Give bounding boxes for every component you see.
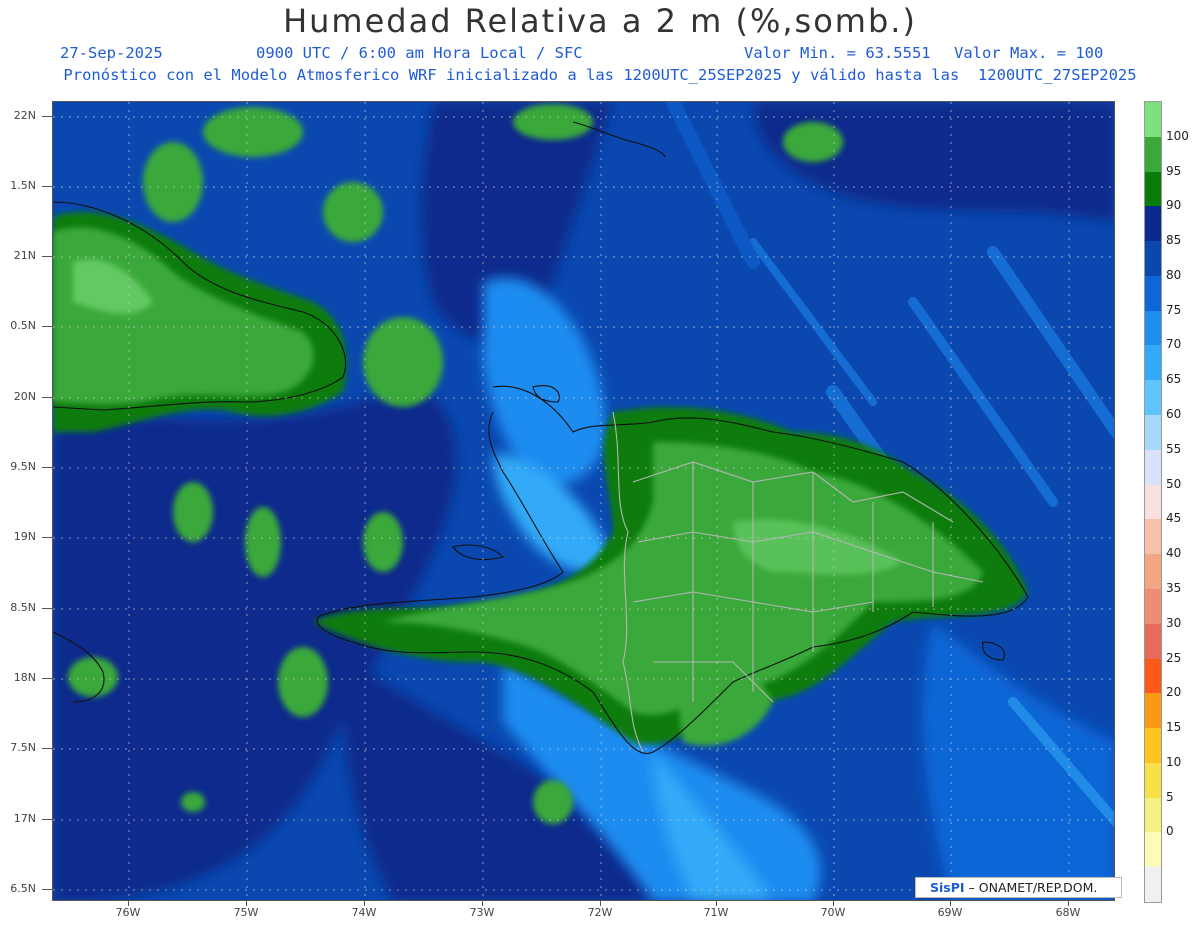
colorbar-label: 80 [1166,267,1182,282]
colorbar-segment [1145,797,1161,833]
humidity-map[interactable] [52,101,1115,901]
x-tick [600,901,601,906]
colorbar-segment [1145,136,1161,173]
colorbar-segment [1145,380,1161,416]
forecast-time: 0900 UTC / 6:00 am Hora Local / SFC [256,44,583,62]
colorbar-segment [1145,623,1161,660]
x-label-73w: 73W [469,906,495,919]
x-label-68w: 68W [1055,906,1081,919]
colorbar-label: 5 [1166,789,1174,804]
colorbar-segment [1145,310,1161,346]
colorbar-label: 95 [1166,163,1182,178]
colorbar-segment [1145,728,1161,764]
x-label-71w: 71W [703,906,729,919]
colorbar-label: 70 [1166,337,1182,352]
colorbar-label: 40 [1166,546,1182,561]
x-tick [128,901,129,906]
y-label-21-5n: 1.5N [10,179,36,192]
y-tick [42,116,52,117]
y-label-18n: 18N [13,671,36,684]
colorbar-segment [1145,832,1161,868]
y-label-21n: 21N [13,249,36,262]
colorbar-segment [1145,762,1161,799]
y-label-19-5n: 9.5N [10,460,36,473]
y-tick [42,678,52,679]
y-label-18-5n: 8.5N [10,601,36,614]
colorbar-segment [1145,554,1161,590]
colorbar-segment [1145,415,1161,451]
colorbar-segment [1145,867,1161,903]
colorbar-label: 90 [1166,198,1182,213]
x-label-70w: 70W [820,906,846,919]
min-value: Valor Min. = 63.5551 [744,44,931,62]
colorbar-label: 50 [1166,476,1182,491]
x-tick [364,901,365,906]
y-label-19n: 19N [13,530,36,543]
x-label-72w: 72W [587,906,613,919]
credit-box: SisPI – ONAMET/REP.DOM. [915,877,1122,898]
colorbar-segment [1145,241,1161,277]
y-tick [42,186,52,187]
x-tick [833,901,834,906]
colorbar-label: 75 [1166,302,1182,317]
colorbar-label: 45 [1166,511,1182,526]
x-label-76w: 76W [115,906,141,919]
x-tick [1068,901,1069,906]
max-value: Valor Max. = 100 [954,44,1104,62]
x-tick [950,901,951,906]
y-label-17-5n: 7.5N [10,741,36,754]
x-tick [716,901,717,906]
y-tick [42,467,52,468]
y-tick [42,889,52,890]
x-label-75w: 75W [233,906,259,919]
x-label-74w: 74W [351,906,377,919]
colorbar-segment [1145,588,1161,625]
colorbar-label: 55 [1166,441,1182,456]
y-tick [42,256,52,257]
colorbar-segment [1145,102,1161,138]
forecast-date: 27-Sep-2025 [60,44,163,62]
colorbar [1144,101,1162,903]
colorbar-segment [1145,693,1161,729]
sispi-logo: SisPI [930,880,965,895]
colorbar-label: 30 [1166,615,1182,630]
y-tick [42,397,52,398]
x-tick [482,901,483,906]
colorbar-segment [1145,658,1161,694]
colorbar-segment [1145,484,1161,520]
colorbar-label: 100 [1166,128,1189,143]
y-tick [42,326,52,327]
y-label-16-5n: 6.5N [10,882,36,895]
y-label-20-5n: 0.5N [10,319,36,332]
colorbar-label: 25 [1166,650,1182,665]
y-tick [42,819,52,820]
colorbar-label: 0 [1166,824,1174,839]
colorbar-segment [1145,449,1161,486]
map-title: Humedad Relativa a 2 m (%,somb.) [283,2,917,40]
colorbar-segment [1145,275,1161,312]
x-tick [246,901,247,906]
colorbar-segment [1145,206,1161,242]
y-label-22n: 22N [13,109,36,122]
colorbar-label: 65 [1166,372,1182,387]
y-label-20n: 20N [13,390,36,403]
y-tick [42,608,52,609]
model-description: Pronóstico con el Modelo Atmosferico WRF… [63,66,1137,84]
x-label-69w: 69W [937,906,963,919]
colorbar-label: 10 [1166,754,1182,769]
y-tick [42,748,52,749]
y-tick [42,537,52,538]
colorbar-label: 15 [1166,720,1182,735]
colorbar-segment [1145,345,1161,381]
colorbar-label: 20 [1166,685,1182,700]
map-canvas [53,102,1114,900]
colorbar-label: 85 [1166,233,1182,248]
colorbar-segment [1145,171,1161,207]
y-label-17n: 17N [13,812,36,825]
colorbar-label: 60 [1166,407,1182,422]
credit-text: – ONAMET/REP.DOM. [968,880,1098,895]
colorbar-label: 35 [1166,580,1182,595]
colorbar-segment [1145,519,1161,555]
